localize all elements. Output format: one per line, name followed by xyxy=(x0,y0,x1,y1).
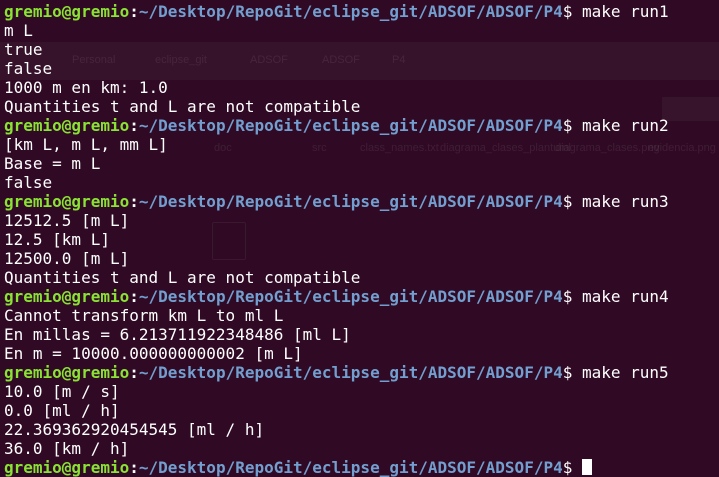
output-line: Quantities t and L are not compatible xyxy=(4,268,361,287)
command-text: make run1 xyxy=(572,2,669,21)
prompt-separator: : xyxy=(129,2,139,21)
prompt-path: ~/Desktop/RepoGit/eclipse_git/ADSOF/ADSO… xyxy=(138,2,563,21)
output-line: [km L, m L, mm L] xyxy=(4,135,168,154)
prompt-user-host: gremio@gremio xyxy=(4,192,130,211)
output-line: 0.0 [ml / h] xyxy=(4,401,120,420)
terminal-cursor[interactable] xyxy=(582,459,592,475)
prompt-dollar: $ xyxy=(562,116,573,135)
prompt-line: gremio@gremio:~/Desktop/RepoGit/eclipse_… xyxy=(4,116,669,135)
prompt-path: ~/Desktop/RepoGit/eclipse_git/ADSOF/ADSO… xyxy=(138,116,563,135)
command-text: make run2 xyxy=(572,116,669,135)
prompt-line: gremio@gremio:~/Desktop/RepoGit/eclipse_… xyxy=(4,2,669,21)
prompt-dollar: $ xyxy=(562,363,573,382)
output-line: false xyxy=(4,173,53,192)
output-line: 36.0 [km / h] xyxy=(4,439,130,458)
command-text: make run4 xyxy=(572,287,669,306)
background-panel xyxy=(662,97,719,121)
output-line: 10.0 [m / s] xyxy=(4,382,120,401)
prompt-dollar: $ xyxy=(562,2,573,21)
output-line: false xyxy=(4,59,53,78)
prompt-dollar: $ xyxy=(562,458,573,477)
prompt-user-host: gremio@gremio xyxy=(4,116,130,135)
output-line: 12.5 [km L] xyxy=(4,230,110,249)
output-line: 22.369362920454545 [ml / h] xyxy=(4,420,265,439)
prompt-user-host: gremio@gremio xyxy=(4,458,130,477)
output-line: m L xyxy=(4,21,33,40)
terminal-output: gremio@gremio:~/Desktop/RepoGit/eclipse_… xyxy=(4,2,669,477)
prompt-user-host: gremio@gremio xyxy=(4,287,130,306)
prompt-line: gremio@gremio:~/Desktop/RepoGit/eclipse_… xyxy=(4,192,669,211)
prompt-line: gremio@gremio:~/Desktop/RepoGit/eclipse_… xyxy=(4,363,669,382)
prompt-separator: : xyxy=(129,363,139,382)
output-line: 1000 m en km: 1.0 xyxy=(4,78,168,97)
prompt-path: ~/Desktop/RepoGit/eclipse_git/ADSOF/ADSO… xyxy=(138,192,563,211)
prompt-line: gremio@gremio:~/Desktop/RepoGit/eclipse_… xyxy=(4,458,669,477)
prompt-path: ~/Desktop/RepoGit/eclipse_git/ADSOF/ADSO… xyxy=(138,363,563,382)
command-text: make run3 xyxy=(572,192,669,211)
output-line: Cannot transform km L to ml L xyxy=(4,306,284,325)
output-line: Base = m L xyxy=(4,154,101,173)
prompt-separator: : xyxy=(129,116,139,135)
prompt-separator: : xyxy=(129,192,139,211)
output-line: En millas = 6.213711922348486 [ml L] xyxy=(4,325,351,344)
prompt-separator: : xyxy=(129,287,139,306)
prompt-path: ~/Desktop/RepoGit/eclipse_git/ADSOF/ADSO… xyxy=(138,458,563,477)
output-line: En m = 10000.000000000002 [m L] xyxy=(4,344,303,363)
prompt-dollar: $ xyxy=(562,287,573,306)
prompt-line: gremio@gremio:~/Desktop/RepoGit/eclipse_… xyxy=(4,287,669,306)
output-line: Quantities t and L are not compatible xyxy=(4,97,361,116)
output-line: 12500.0 [m L] xyxy=(4,249,130,268)
output-line: 12512.5 [m L] xyxy=(4,211,130,230)
command-text: make run5 xyxy=(572,363,669,382)
prompt-separator: : xyxy=(129,458,139,477)
prompt-user-host: gremio@gremio xyxy=(4,2,130,21)
prompt-dollar: $ xyxy=(562,192,573,211)
output-line: true xyxy=(4,40,43,59)
prompt-user-host: gremio@gremio xyxy=(4,363,130,382)
prompt-path: ~/Desktop/RepoGit/eclipse_git/ADSOF/ADSO… xyxy=(138,287,563,306)
